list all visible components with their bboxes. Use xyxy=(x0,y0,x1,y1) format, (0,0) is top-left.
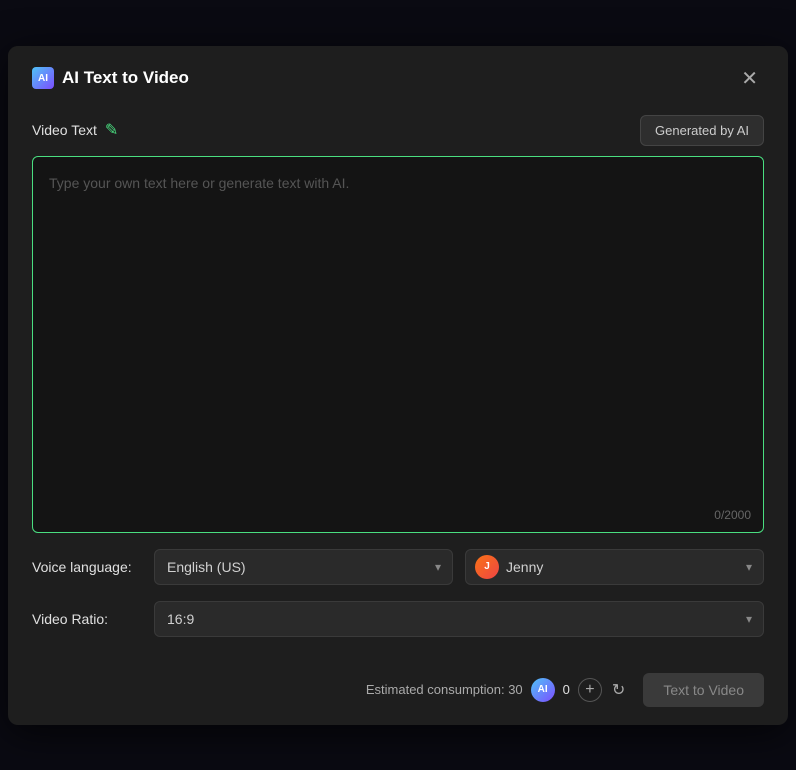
modal-overlay: AI AI Text to Video ✕ Video Text ✎ Gener… xyxy=(0,0,796,770)
video-ratio-row: Video Ratio: 16:9 9:16 1:1 4:3 ▾ xyxy=(32,601,764,637)
ai-text-to-video-modal: AI AI Text to Video ✕ Video Text ✎ Gener… xyxy=(8,46,788,725)
ai-credit-badge-icon: AI xyxy=(531,678,555,702)
voice-language-label: Voice language: xyxy=(32,559,142,575)
video-text-label-text: Video Text xyxy=(32,122,97,138)
video-text-section-header: Video Text ✎ Generated by AI xyxy=(32,115,764,146)
close-button[interactable]: ✕ xyxy=(735,64,764,93)
ai-icon-badge: AI xyxy=(32,67,54,89)
add-credits-button[interactable]: + xyxy=(578,678,602,702)
voice-language-select[interactable]: English (US) English (UK) Spanish French… xyxy=(154,549,453,585)
video-ratio-select[interactable]: 16:9 9:16 1:1 4:3 xyxy=(154,601,764,637)
credit-count: 0 xyxy=(563,682,570,697)
modal-body: Video Text ✎ Generated by AI 0/2000 Voic… xyxy=(8,107,788,657)
video-ratio-select-wrapper: 16:9 9:16 1:1 4:3 ▾ xyxy=(154,601,764,637)
voice-select[interactable]: Jenny Aria Davis Tony Sara xyxy=(465,549,764,585)
voice-language-select-wrapper: English (US) English (UK) Spanish French… xyxy=(154,549,453,585)
video-text-input[interactable] xyxy=(33,157,763,527)
video-text-area-wrapper: 0/2000 xyxy=(32,156,764,533)
video-text-label: Video Text ✎ xyxy=(32,120,118,140)
refresh-button[interactable]: ↻ xyxy=(610,678,627,702)
consumption-text: Estimated consumption: 30 xyxy=(366,682,523,697)
voice-language-row: Voice language: English (US) English (UK… xyxy=(32,549,764,585)
char-count: 0/2000 xyxy=(714,508,751,522)
modal-title: AI AI Text to Video xyxy=(32,67,189,89)
modal-footer: Estimated consumption: 30 AI 0 + ↻ Text … xyxy=(8,657,788,725)
edit-icon[interactable]: ✎ xyxy=(105,120,118,140)
video-ratio-label: Video Ratio: xyxy=(32,611,142,627)
generated-by-ai-button[interactable]: Generated by AI xyxy=(640,115,764,146)
voice-select-wrapper: J Jenny Aria Davis Tony Sara ▾ xyxy=(465,549,764,585)
modal-title-text: AI Text to Video xyxy=(62,68,189,88)
modal-header: AI AI Text to Video ✕ xyxy=(8,46,788,107)
voice-avatar: J xyxy=(475,555,499,579)
text-to-video-button[interactable]: Text to Video xyxy=(643,673,764,707)
consumption-info: Estimated consumption: 30 AI 0 + ↻ xyxy=(366,678,627,702)
